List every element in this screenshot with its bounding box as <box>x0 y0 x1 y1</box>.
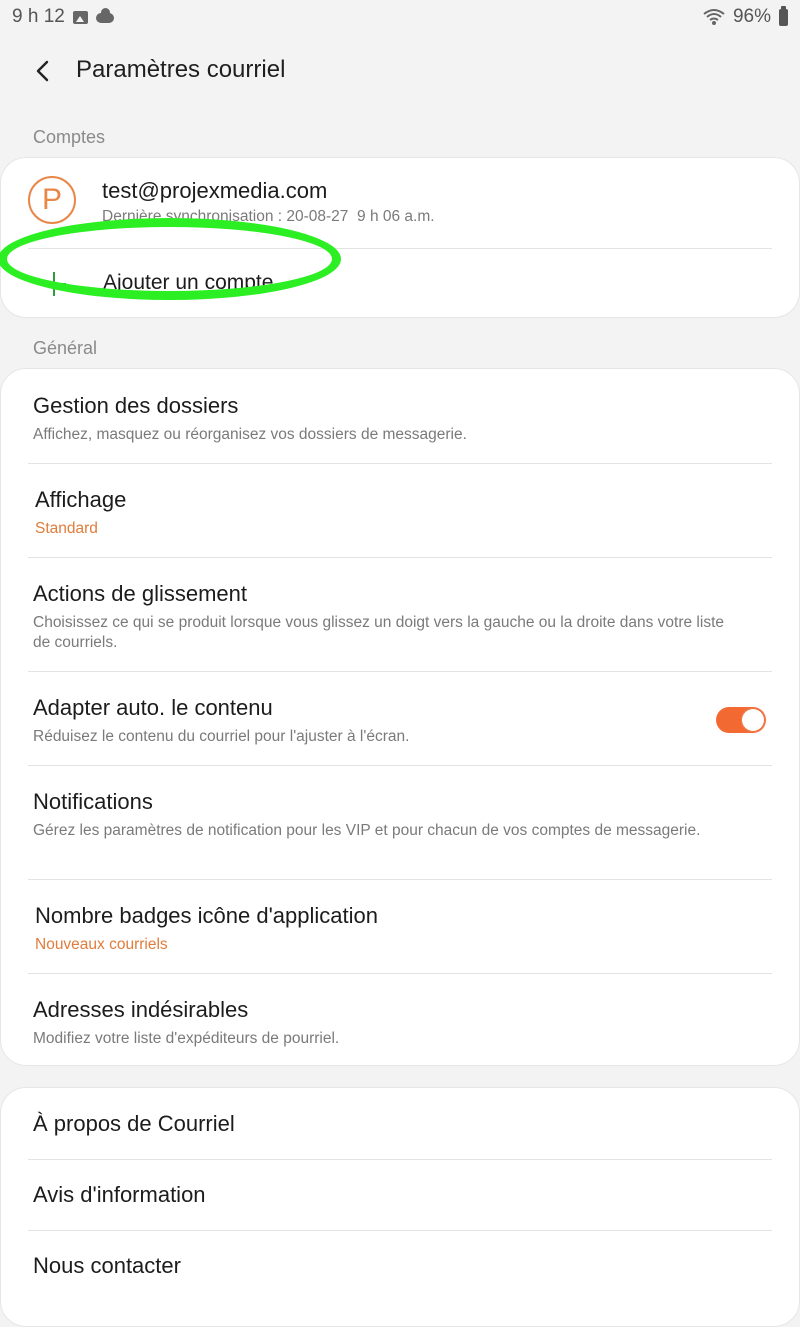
item-title: À propos de Courriel <box>33 1111 235 1136</box>
account-sync-status: Dernière synchronisation : 20-08-27 9 h … <box>102 208 435 225</box>
battery-icon <box>779 5 788 26</box>
item-value: Nouveaux courriels <box>35 936 168 953</box>
add-account-button[interactable]: Ajouter un compte <box>103 271 273 295</box>
item-title: Nombre badges icône d'application <box>35 903 378 928</box>
plus-icon[interactable] <box>42 272 66 296</box>
item-title: Adapter auto. le contenu <box>33 695 273 720</box>
account-row[interactable]: P test@projexmedia.com Dernière synchron… <box>1 158 800 248</box>
wifi-icon <box>703 9 725 25</box>
app-header: Paramètres courriel <box>0 40 800 102</box>
item-title: Adresses indésirables <box>33 997 249 1022</box>
item-subtitle: Choisissez ce qui se produit lorsque vou… <box>33 614 724 651</box>
settings-item-notifications[interactable]: Notifications Gérez les paramètres de no… <box>1 766 800 879</box>
settings-item-auto-fit-content[interactable]: Adapter auto. le contenu Réduisez le con… <box>1 672 800 765</box>
general-card: Gestion des dossiers Affichez, masquez o… <box>0 368 800 1066</box>
settings-item-display[interactable]: Affichage Standard <box>1 464 800 557</box>
image-icon <box>72 10 88 24</box>
settings-item-swipe-actions[interactable]: Actions de glissement Choisissez ce qui … <box>1 558 800 671</box>
item-title: Avis d'information <box>33 1182 206 1207</box>
section-label-accounts: Comptes <box>33 127 106 147</box>
item-subtitle: Affichez, masquez ou réorganisez vos dos… <box>33 426 467 443</box>
battery-percent: 96% <box>732 6 771 27</box>
item-title: Notifications <box>33 789 153 814</box>
settings-item-folder-management[interactable]: Gestion des dossiers Affichez, masquez o… <box>1 369 800 463</box>
auto-fit-toggle[interactable] <box>716 707 766 733</box>
settings-item-contact-us[interactable]: Nous contacter <box>1 1231 800 1301</box>
item-subtitle: Réduisez le contenu du courriel pour l'a… <box>33 728 410 745</box>
back-button[interactable] <box>22 50 64 92</box>
accounts-card: P test@projexmedia.com Dernière synchron… <box>0 157 800 318</box>
account-email: test@projexmedia.com <box>102 178 328 203</box>
settings-item-blocked-addresses[interactable]: Adresses indésirables Modifiez votre lis… <box>1 974 800 1067</box>
item-value: Standard <box>35 520 98 537</box>
page-title: Paramètres courriel <box>76 56 286 83</box>
status-bar: 9 h 12 96% <box>0 0 800 34</box>
settings-item-legal-notice[interactable]: Avis d'information <box>1 1160 800 1230</box>
item-subtitle: Gérez les paramètres de notification pou… <box>33 822 701 839</box>
item-title: Nous contacter <box>33 1253 181 1278</box>
about-card: À propos de Courriel Avis d'information … <box>0 1087 800 1327</box>
settings-item-badge-count[interactable]: Nombre badges icône d'application Nouvea… <box>1 880 800 973</box>
settings-item-about[interactable]: À propos de Courriel <box>1 1088 800 1159</box>
cloud-icon <box>95 8 114 23</box>
item-title: Actions de glissement <box>33 581 247 606</box>
item-title: Affichage <box>35 487 127 512</box>
item-title: Gestion des dossiers <box>33 393 239 418</box>
item-subtitle: Modifiez votre liste d'expéditeurs de po… <box>33 1030 340 1047</box>
chevron-left-icon <box>36 60 49 82</box>
section-label-general: Général <box>33 338 98 358</box>
status-time: 9 h 12 <box>12 6 65 27</box>
toggle-knob <box>741 708 765 732</box>
avatar: P <box>28 176 76 224</box>
